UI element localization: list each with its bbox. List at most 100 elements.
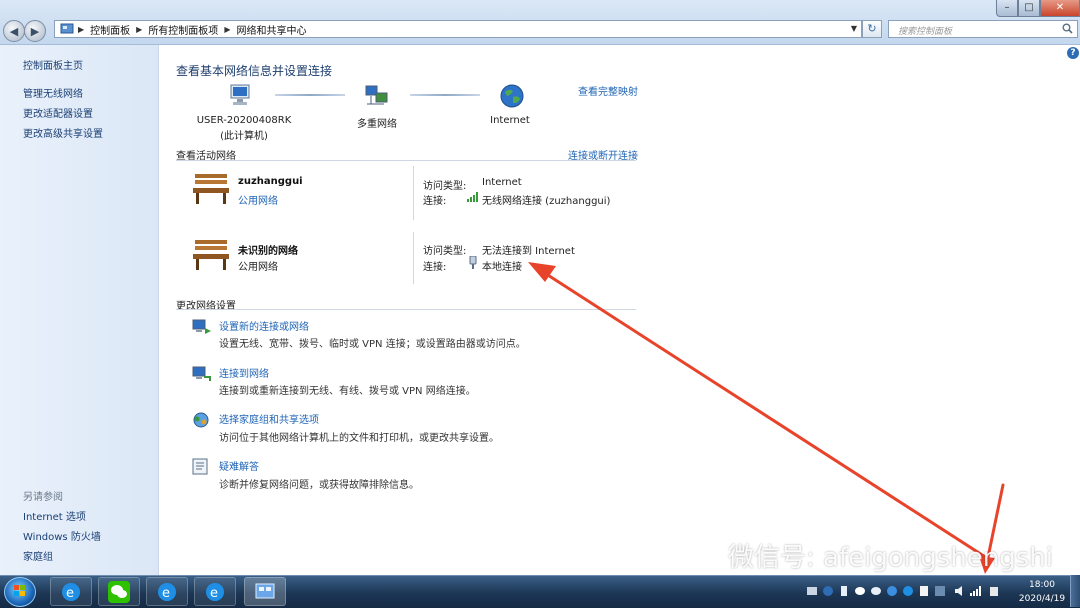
windows-logo-icon [14, 585, 25, 596]
address-bar[interactable]: ▶ 控制面板 ▶ 所有控制面板项 ▶ 网络和共享中心 ▼ [54, 20, 862, 38]
network-name: 未识别的网络 [238, 246, 298, 257]
network-name: zuzhanggui [238, 176, 303, 187]
sidebar-item-windows-firewall[interactable]: Windows 防火墙 [23, 528, 101, 543]
map-connector-line [275, 94, 345, 96]
tray-chat-icon[interactable] [870, 585, 882, 597]
map-connector-line [410, 94, 480, 96]
taskbar-control-panel-button[interactable] [244, 577, 286, 606]
wireless-connection-link[interactable]: 无线网络连接 (zuzhanggui) [482, 192, 610, 207]
svg-text:e: e [210, 586, 218, 601]
system-tray [806, 582, 1006, 602]
clock-date[interactable]: 2020/4/19 [1014, 594, 1070, 604]
view-full-map-link[interactable]: 查看完整映射 [578, 83, 638, 98]
map-computer-name: USER-20200408RK [196, 115, 292, 126]
clock-time[interactable]: 18:00 [1020, 580, 1064, 590]
page-title: 查看基本网络信息并设置连接 [176, 64, 333, 78]
maximize-button[interactable]: □ [1018, 0, 1040, 17]
taskbar: e e e [0, 575, 1080, 608]
tray-wechat-icon[interactable] [854, 585, 866, 597]
breadcrumb-separator: ▶ [136, 24, 143, 34]
taskbar-ie-button[interactable]: e [194, 577, 236, 606]
network-signal-icon[interactable] [970, 585, 982, 597]
public-network-bench-icon [193, 174, 229, 204]
tray-security-icon[interactable] [918, 585, 930, 597]
breadcrumb-all-items[interactable]: 所有控制面板项 [148, 22, 218, 37]
divider [413, 232, 414, 284]
volume-icon[interactable] [954, 585, 966, 597]
task-connect-network-link[interactable]: 连接到网络 [219, 365, 269, 380]
divider [176, 160, 636, 161]
sidebar-item-advanced-sharing[interactable]: 更改高级共享设置 [23, 125, 103, 140]
divider [176, 309, 636, 310]
connect-network-icon [192, 366, 211, 381]
task-new-connection-link[interactable]: 设置新的连接或网络 [219, 318, 309, 333]
access-type-label: 访问类型: [423, 246, 467, 257]
minimize-button[interactable]: – [996, 0, 1018, 17]
troubleshoot-icon [192, 458, 208, 475]
task-connect-network-desc: 连接到或重新连接到无线、有线、拨号或 VPN 网络连接。 [219, 386, 476, 397]
watermark-text: 微信号: afeigongshengshi [728, 543, 1053, 573]
search-icon [1062, 23, 1073, 34]
task-troubleshoot-desc: 诊断并修复网络问题，或获得故障排除信息。 [219, 480, 419, 491]
ethernet-plug-icon [469, 256, 477, 269]
tray-app-icon[interactable] [806, 585, 818, 597]
arrow-right-icon: ▶ [30, 24, 40, 38]
network-type: 公用网络 [238, 262, 278, 273]
close-button[interactable]: ✕ [1040, 0, 1080, 17]
internet-globe-icon [500, 84, 524, 108]
sidebar-item-manage-wireless[interactable]: 管理无线网络 [23, 85, 83, 100]
task-homegroup-link[interactable]: 选择家庭组和共享选项 [219, 411, 319, 426]
divider [413, 166, 414, 220]
access-type-value: Internet [482, 177, 522, 188]
forward-button[interactable]: ▶ [24, 20, 46, 42]
wechat-icon [108, 581, 130, 603]
see-also-heading: 另请参阅 [23, 492, 63, 503]
breadcrumb-control-panel[interactable]: 控制面板 [90, 22, 130, 37]
tray-ie-icon[interactable] [902, 585, 914, 597]
breadcrumb-network-center[interactable]: 网络和共享中心 [236, 22, 306, 37]
wifi-signal-icon [467, 192, 478, 202]
control-panel-icon [255, 583, 275, 599]
taskbar-ie-button[interactable]: e [146, 577, 188, 606]
tray-help-icon[interactable] [822, 585, 834, 597]
show-desktop-button[interactable] [1070, 575, 1080, 607]
start-button[interactable] [4, 577, 36, 607]
back-button[interactable]: ◀ [3, 20, 25, 42]
svg-text:e: e [162, 586, 170, 601]
sidebar-item-homegroup[interactable]: 家庭组 [23, 548, 53, 563]
public-network-bench-icon [193, 240, 229, 270]
svg-text:e: e [66, 586, 74, 601]
taskbar-ie-button[interactable]: e [50, 577, 92, 606]
tray-phone-icon[interactable] [838, 585, 850, 597]
window-titlebar: ◀ ▶ ▶ 控制面板 ▶ 所有控制面板项 ▶ 网络和共享中心 ▼ ↻ 搜索控制面… [0, 0, 1080, 45]
chevron-down-icon[interactable]: ▼ [851, 24, 857, 33]
search-input[interactable]: 搜索控制面板 [888, 20, 1078, 38]
tray-flag-icon[interactable] [934, 585, 946, 597]
task-troubleshoot-link[interactable]: 疑难解答 [219, 458, 259, 473]
help-icon[interactable]: ? [1067, 47, 1079, 59]
new-connection-icon [192, 319, 211, 334]
battery-icon[interactable] [988, 585, 1000, 597]
access-type-value: 无法连接到 Internet [482, 246, 575, 257]
ie-icon: e [62, 583, 80, 601]
map-multiple-networks: 多重网络 [357, 119, 397, 130]
ie-icon: e [158, 583, 176, 601]
multiple-networks-icon [365, 85, 388, 105]
tray-globe-icon[interactable] [886, 585, 898, 597]
left-navigation-pane: 控制面板主页 管理无线网络 更改适配器设置 更改高级共享设置 另请参阅 Inte… [0, 45, 159, 575]
annotation-overlay [528, 262, 1005, 574]
local-connection-link[interactable]: 本地连接 [482, 258, 522, 273]
sidebar-item-adapter-settings[interactable]: 更改适配器设置 [23, 105, 93, 120]
homegroup-icon [193, 412, 209, 428]
task-homegroup-desc: 访问位于其他网络计算机上的文件和打印机，或更改共享设置。 [219, 433, 499, 444]
network-type-link[interactable]: 公用网络 [238, 192, 278, 207]
taskbar-wechat-button[interactable] [98, 577, 140, 606]
sidebar-item-internet-options[interactable]: Internet 选项 [23, 508, 86, 523]
map-internet: Internet [490, 115, 530, 126]
sidebar-item-home[interactable]: 控制面板主页 [23, 57, 83, 72]
ie-icon: e [206, 583, 224, 601]
breadcrumb-separator: ▶ [224, 24, 231, 34]
refresh-button[interactable]: ↻ [862, 20, 882, 38]
control-panel-icon [60, 23, 74, 34]
search-placeholder: 搜索控制面板 [898, 27, 953, 37]
